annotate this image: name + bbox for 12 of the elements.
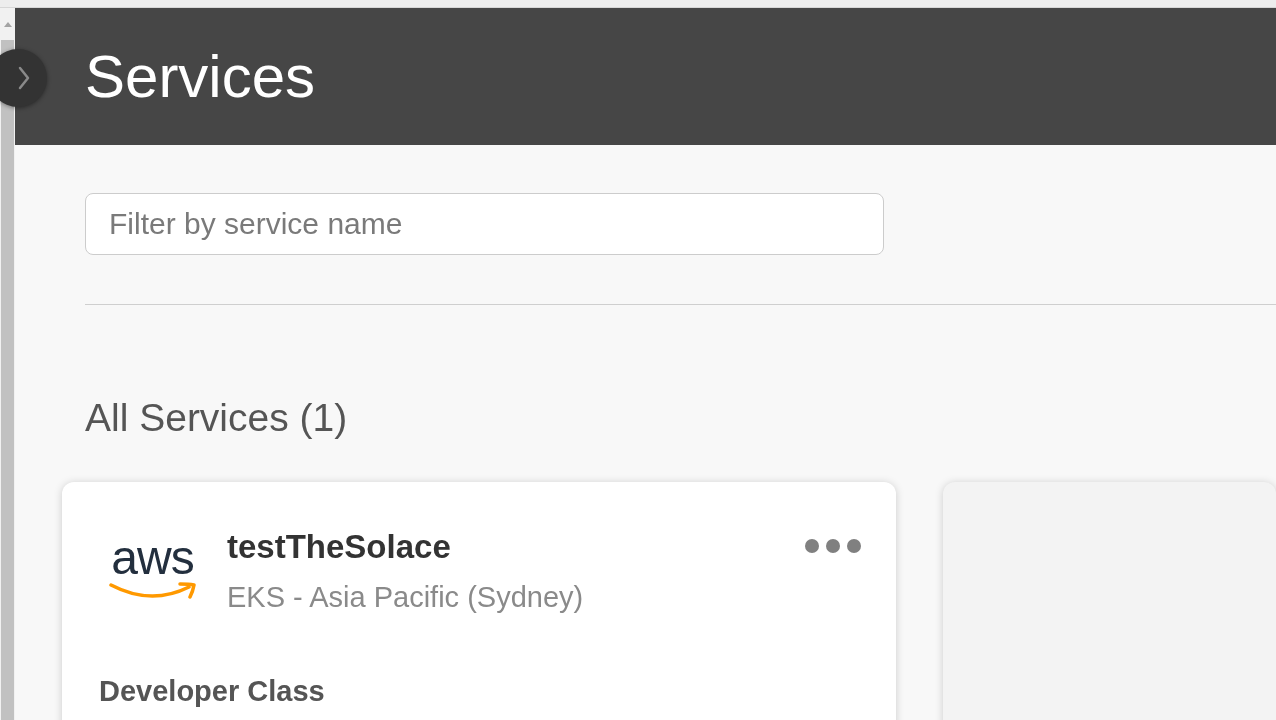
chevron-right-icon	[18, 66, 30, 90]
service-location: EKS - Asia Pacific (Sydney)	[227, 583, 584, 612]
service-class: Developer Class	[99, 677, 325, 706]
service-card[interactable]: aws testTheSolace EKS - Asia Pacific (Sydney) Developer Class	[62, 482, 896, 720]
page-title: Services	[85, 46, 316, 107]
section-title: All Services (1)	[85, 398, 348, 437]
more-dots-icon	[805, 539, 861, 553]
smile-arrow-icon	[109, 582, 196, 600]
logo-text: aws	[111, 534, 194, 582]
service-name: testTheSolace	[227, 530, 452, 563]
scrollbar-thumb[interactable]	[1, 40, 14, 720]
filter-field[interactable]: Filter by service name	[85, 193, 884, 255]
